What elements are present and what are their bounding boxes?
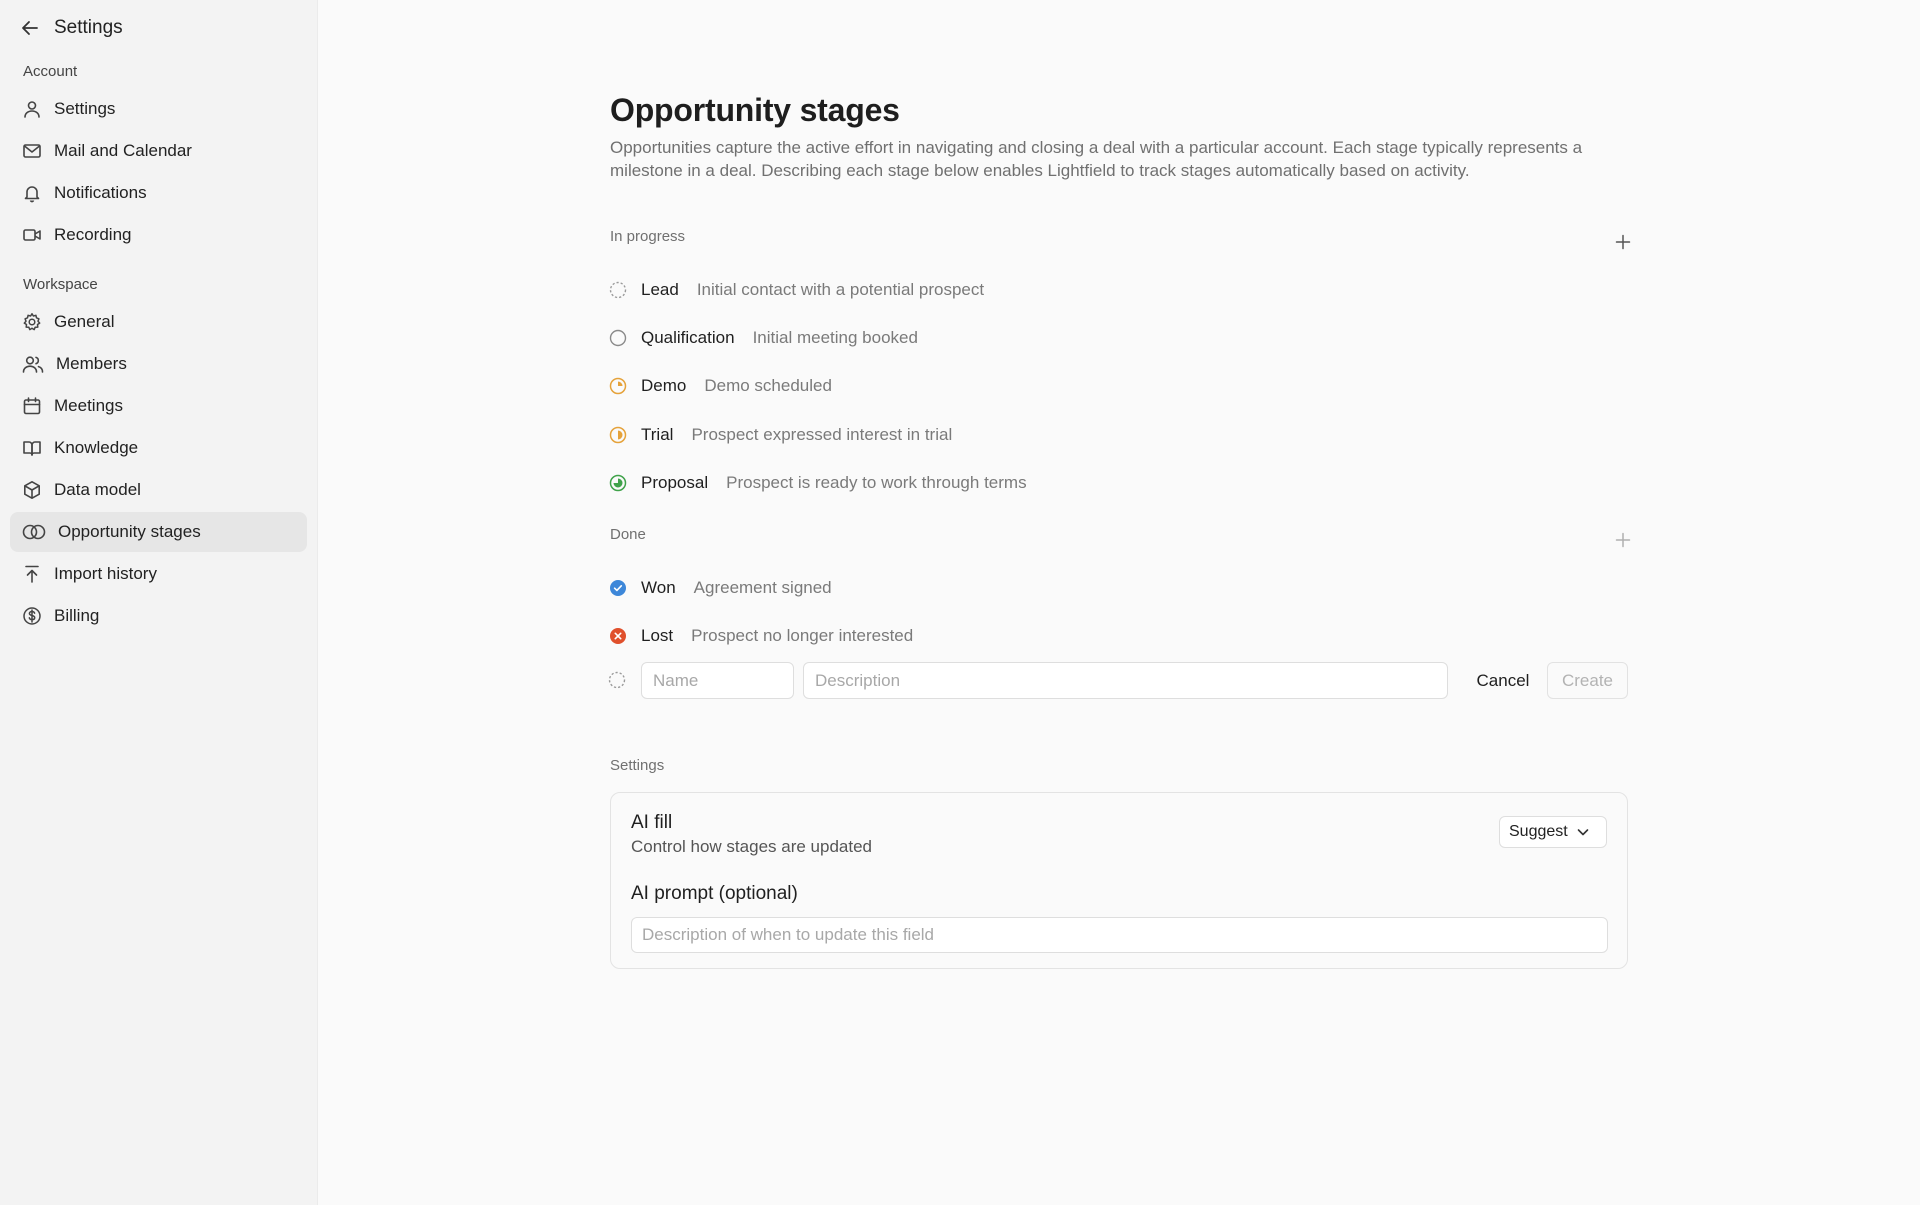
ai-fill-title: AI fill xyxy=(631,812,673,833)
sidebar-item-general[interactable]: General xyxy=(10,302,307,342)
sidebar-item-label: Notifications xyxy=(54,183,147,202)
half-circle-icon xyxy=(608,425,628,445)
sidebar-item-opportunity-stages[interactable]: Opportunity stages xyxy=(10,512,307,552)
section-workspace: Workspace xyxy=(23,276,98,293)
add-done-stage-button[interactable] xyxy=(1611,528,1635,552)
stage-description: Prospect is ready to work through terms xyxy=(726,473,1027,492)
sidebar-item-knowledge[interactable]: Knowledge xyxy=(10,428,307,468)
sidebar-title: Settings xyxy=(54,17,123,38)
stage-name: Qualification xyxy=(641,328,735,347)
sidebar-item-label: Import history xyxy=(54,564,157,583)
sidebar-item-billing[interactable]: Billing xyxy=(10,596,307,636)
ai-prompt-title: AI prompt (optional) xyxy=(631,883,798,904)
stage-description: Initial meeting booked xyxy=(752,328,918,347)
stage-description: Prospect no longer interested xyxy=(691,626,914,645)
stage-description: Demo scheduled xyxy=(704,376,832,395)
sidebar-item-notifications[interactable]: Notifications xyxy=(10,173,307,213)
gear-icon xyxy=(23,313,41,331)
sidebar-item-meetings[interactable]: Meetings xyxy=(10,386,307,426)
sidebar-item-label: Opportunity stages xyxy=(58,522,201,541)
group-label-done: Done xyxy=(610,526,646,543)
cube-icon xyxy=(24,481,40,499)
sidebar-item-label: Recording xyxy=(54,225,132,244)
calendar-icon xyxy=(23,397,41,415)
dollar-icon xyxy=(23,607,41,625)
x-circle-icon xyxy=(608,626,628,646)
sidebar-item-label: Meetings xyxy=(54,396,123,415)
dropdown-value: Suggest xyxy=(1509,823,1568,840)
sidebar: Settings Account Settings Mail and Calen… xyxy=(0,0,318,1205)
sidebar-item-label: Settings xyxy=(54,99,116,118)
stage-description: Initial contact with a potential prospec… xyxy=(696,280,985,299)
stage-row[interactable]: Lost Prospect no longer interested xyxy=(608,622,913,650)
sidebar-item-label: General xyxy=(54,312,115,331)
mail-icon xyxy=(23,144,41,158)
sidebar-item-recording[interactable]: Recording xyxy=(10,215,307,255)
upload-icon xyxy=(25,565,39,583)
sidebar-item-data-model[interactable]: Data model xyxy=(10,470,307,510)
stage-name: Proposal xyxy=(641,473,709,492)
sidebar-item-label: Mail and Calendar xyxy=(54,141,192,160)
stage-name: Lead xyxy=(641,280,679,299)
stage-row[interactable]: Won Agreement signed xyxy=(608,574,832,602)
stage-row[interactable]: Proposal Prospect is ready to work throu… xyxy=(608,469,1027,497)
dashed-circle-icon xyxy=(608,671,628,691)
stage-name: Demo xyxy=(641,376,687,395)
user-icon xyxy=(24,101,40,118)
section-account: Account xyxy=(23,63,78,80)
page-title: Opportunity stages xyxy=(610,92,900,128)
sidebar-item-label: Knowledge xyxy=(54,438,139,457)
stage-name: Lost xyxy=(641,626,674,645)
group-label-in-progress: In progress xyxy=(610,228,686,245)
sidebar-item-label: Data model xyxy=(54,480,141,499)
stage-row[interactable]: Qualification Initial meeting booked xyxy=(608,324,918,352)
chevron-down-icon xyxy=(1577,829,1589,836)
ai-prompt-input[interactable] xyxy=(631,917,1608,953)
ai-fill-mode-dropdown[interactable]: Suggest xyxy=(1499,816,1607,848)
bell-icon xyxy=(24,186,40,203)
stage-row[interactable]: Lead Initial contact with a potential pr… xyxy=(608,276,984,304)
plus-icon xyxy=(1615,234,1631,250)
empty-circle-icon xyxy=(608,328,628,348)
stage-row[interactable]: Trial Prospect expressed interest in tri… xyxy=(608,421,952,449)
users-icon xyxy=(22,356,44,373)
sidebar-item-label: Members xyxy=(56,354,127,373)
add-in-progress-stage-button[interactable] xyxy=(1611,230,1635,254)
new-stage-row: Cancel Create xyxy=(608,662,1638,700)
new-stage-description-input[interactable] xyxy=(803,662,1448,699)
plus-icon xyxy=(1615,532,1631,548)
back-to-settings[interactable]: Settings xyxy=(20,14,123,42)
cancel-button[interactable]: Cancel xyxy=(1466,662,1540,699)
quarter-circle-icon xyxy=(608,376,628,396)
stage-name: Trial xyxy=(641,425,674,444)
sidebar-item-import-history[interactable]: Import history xyxy=(10,554,307,594)
stage-description: Agreement signed xyxy=(693,578,832,597)
stage-name: Won xyxy=(641,578,676,597)
sidebar-item-mail-and-calendar[interactable]: Mail and Calendar xyxy=(10,131,307,171)
settings-card: AI fill Control how stages are updated S… xyxy=(610,792,1628,969)
overlapping-circles-icon xyxy=(22,524,46,540)
sidebar-item-settings[interactable]: Settings xyxy=(10,89,307,129)
new-stage-name-input[interactable] xyxy=(641,662,794,699)
arrow-left-icon xyxy=(22,21,38,35)
check-circle-icon xyxy=(608,578,628,598)
page-description: Opportunities capture the active effort … xyxy=(610,138,1583,180)
dashed-circle-icon xyxy=(608,280,628,300)
sidebar-item-members[interactable]: Members xyxy=(10,344,307,384)
ai-fill-subtitle: Control how stages are updated xyxy=(631,837,872,856)
sidebar-item-label: Billing xyxy=(54,606,100,625)
stage-row[interactable]: Demo Demo scheduled xyxy=(608,372,832,400)
stage-description: Prospect expressed interest in trial xyxy=(691,425,953,444)
settings-section-label: Settings xyxy=(610,757,665,774)
create-button[interactable]: Create xyxy=(1547,662,1628,699)
book-icon xyxy=(23,441,41,456)
three-quarter-circle-icon xyxy=(608,473,628,493)
video-icon xyxy=(23,229,41,241)
